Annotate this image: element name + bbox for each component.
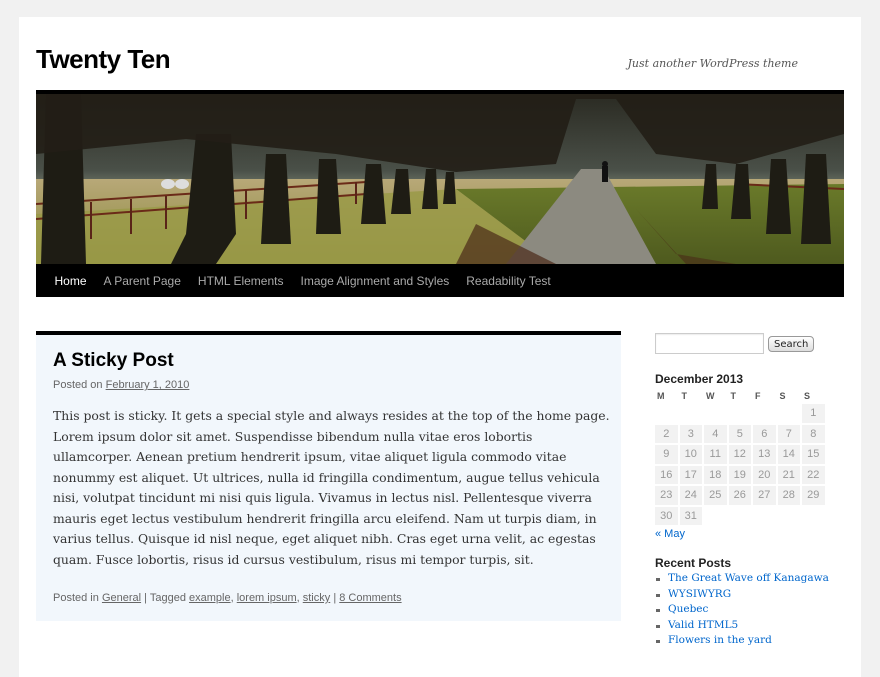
calendar-empty-cell [704,507,727,526]
nav-item-home[interactable]: Home [46,274,95,288]
weekday-header: S [804,391,811,401]
separator: | [333,592,337,604]
calendar-empty-cell [704,404,727,423]
search-widget: Search [655,333,845,354]
posted-in-label: Posted in [53,592,99,604]
calendar-day: 9 [655,445,678,464]
calendar-body: 1 2 3 4 5 6 7 8 9 10 11 12 13 14 15 16 17 18 19 20 21 22 23 24 2… [655,404,825,525]
search-input[interactable] [655,333,764,354]
calendar-day: 24 [679,486,702,505]
posted-on-label: Posted on [53,379,103,391]
calendar-day: 29 [802,486,825,505]
calendar-day: 23 [655,486,678,505]
calendar-day: 11 [704,445,727,464]
main-navigation: Home A Parent Page HTML Elements Image A… [36,264,844,297]
calendar-empty-cell [778,404,801,423]
calendar-table: M T W T F S S 1 2 3 4 5 6 7 8 9 10 11 12 13 14 15 16 17 1… [653,388,827,527]
recent-post-link[interactable]: Quebec [655,602,845,618]
calendar-week-row: 16 17 18 19 20 21 22 [655,465,825,484]
sticky-post: A Sticky Post Posted on February 1, 2010… [36,331,621,621]
calendar-day: 25 [704,486,727,505]
weekday-header: T [730,391,737,401]
calendar-empty-cell [753,507,776,526]
calendar-day: 18 [704,465,727,484]
calendar-week-row: 1 [655,404,825,423]
calendar-day: 6 [753,424,776,443]
calendar-day: 5 [728,424,751,443]
sidebar: Search December 2013 M T W T F S S 12345… [655,333,845,649]
post-date-link[interactable]: February 1, 2010 [106,379,190,391]
post-utility: Posted in General | Tagged example, lore… [53,592,402,604]
calendar-empty-cell [778,507,801,526]
tag-link-sticky[interactable]: sticky [303,592,331,604]
tagged-label: Tagged [149,592,186,604]
calendar-day: 14 [777,445,800,464]
weekday-header: T [681,391,688,401]
recent-post-link[interactable]: WYSIWYRG [655,587,845,603]
post-title[interactable]: A Sticky Post [53,350,174,372]
tag-link-lorem-ipsum[interactable]: lorem ipsum [237,592,297,604]
header-photo-icon [36,94,844,264]
calendar-week-row: 30 31 [655,506,825,526]
calendar-day: 1 [802,404,825,423]
calendar-empty-cell [729,507,752,526]
calendar-day: 30 [655,506,678,525]
calendar-day: 20 [753,465,776,484]
header-image [36,90,844,264]
calendar-day: 21 [777,465,800,484]
calendar-day: 22 [802,465,825,484]
calendar-day: 8 [802,424,825,443]
post-meta: Posted on February 1, 2010 [53,379,189,391]
calendar-week-row: 2345678 [655,424,825,443]
site-title[interactable]: Twenty Ten [36,44,171,75]
calendar-empty-cell [802,507,825,526]
recent-post-link[interactable]: Valid HTML5 [655,618,845,634]
calendar-empty-cell [753,404,776,423]
tag-link-example[interactable]: example [189,592,231,604]
calendar-day: 7 [777,424,800,443]
calendar-day: 4 [704,424,727,443]
calendar-day: 26 [728,486,751,505]
nav-item-parent-page[interactable]: A Parent Page [95,274,189,288]
post-content: This post is sticky. It gets a special s… [53,408,610,567]
calendar-day: 16 [655,465,678,484]
calendar-day: 17 [679,465,702,484]
recent-posts-title: Recent Posts [655,556,732,570]
calendar-day: 31 [679,506,702,525]
weekday-header: F [755,391,761,401]
calendar-week-row: 9 10 11 12 13 14 15 [655,445,825,464]
calendar-prev-month-link[interactable]: « May [655,528,845,540]
nav-item-image-alignment[interactable]: Image Alignment and Styles [292,274,458,288]
calendar-day: 12 [728,445,751,464]
nav-item-readability-test[interactable]: Readability Test [458,274,560,288]
site-description: Just another WordPress theme [627,57,798,70]
calendar-widget: December 2013 M T W T F S S 1 2 3 4 5 6 7 8 9 10 1… [655,372,845,540]
separator: | [144,592,147,604]
calendar-caption: December 2013 [655,372,744,386]
nav-item-html-elements[interactable]: HTML Elements [189,274,292,288]
calendar-empty-cell [729,404,752,423]
calendar-day: 27 [753,486,776,505]
calendar-empty-cell [655,404,678,423]
weekday-header: M [657,391,665,401]
calendar-day: 13 [753,445,776,464]
comments-link[interactable]: 8 Comments [339,592,401,604]
search-button[interactable]: Search [768,336,815,352]
calendar-day: 2 [655,424,678,443]
calendar-day: 10 [679,445,702,464]
calendar-week-row: 23 24 25 26 27 28 29 [655,486,825,505]
category-link[interactable]: General [102,592,141,604]
page-wrapper: Twenty Ten Just another WordPress theme [19,17,861,677]
weekday-header: W [706,391,715,401]
weekday-header: S [779,391,786,401]
recent-post-link[interactable]: The Great Wave off Kanagawa [655,571,845,587]
recent-posts-widget: Recent Posts The Great Wave off Kanagawa… [655,556,845,649]
calendar-day: 3 [679,424,702,443]
calendar-empty-cell [680,404,703,423]
calendar-day: 15 [802,445,825,464]
recent-post-link[interactable]: Flowers in the yard [655,633,845,649]
calendar-day: 28 [777,486,800,505]
calendar-day: 19 [728,465,751,484]
